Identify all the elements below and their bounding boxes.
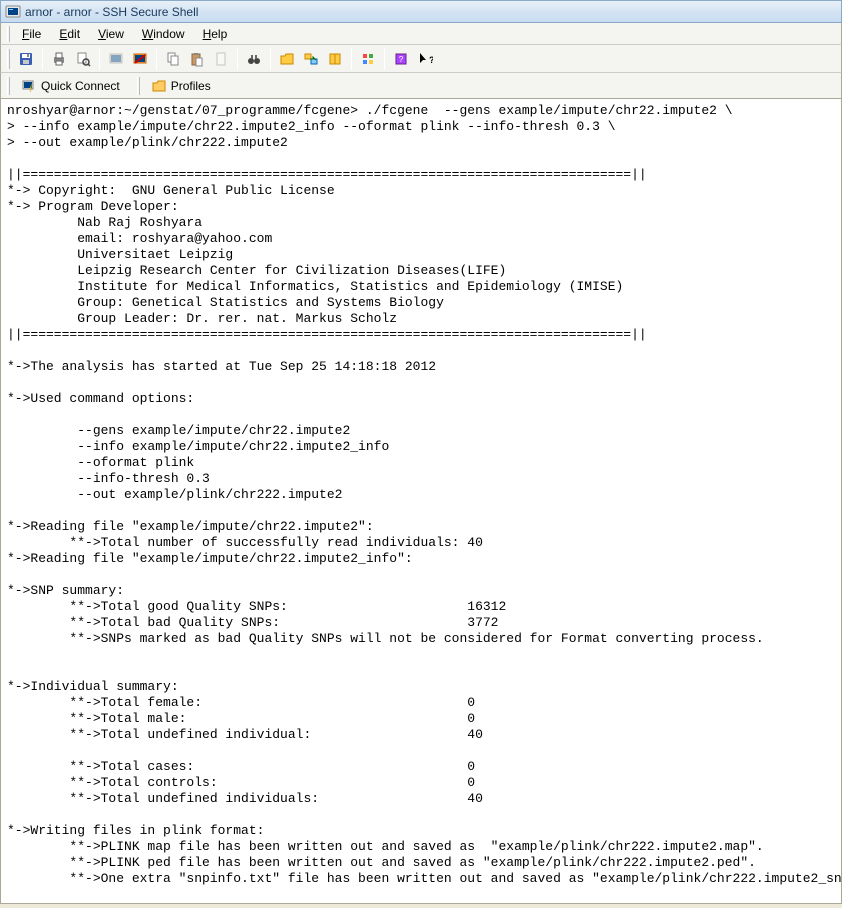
- toolbar-separator: [156, 48, 157, 70]
- toolbar-grip[interactable]: [7, 49, 10, 69]
- connect-toolbar: Quick Connect Profiles: [0, 73, 842, 99]
- transfer-button[interactable]: [299, 47, 323, 71]
- disconnect-button[interactable]: [128, 47, 152, 71]
- connectbar-grip-2[interactable]: [137, 77, 140, 95]
- toolbar-separator: [270, 48, 271, 70]
- help-button[interactable]: ?: [389, 47, 413, 71]
- new-file-transfer-button[interactable]: [275, 47, 299, 71]
- log-button[interactable]: [323, 47, 347, 71]
- context-help-button[interactable]: ?: [413, 47, 437, 71]
- settings-icon: [360, 51, 376, 67]
- profiles-button[interactable]: Profiles: [146, 75, 220, 97]
- menu-edit[interactable]: Edit: [51, 25, 88, 43]
- toolbar-separator: [384, 48, 385, 70]
- disconnect-icon: [132, 51, 148, 67]
- terminal-output[interactable]: nroshyar@arnor:~/genstat/07_programme/fc…: [0, 99, 842, 904]
- settings-button[interactable]: [356, 47, 380, 71]
- window-title: arnor - arnor - SSH Secure Shell: [25, 5, 198, 19]
- profiles-label: Profiles: [171, 79, 211, 93]
- menubar-grip[interactable]: [7, 26, 10, 42]
- menubar: File Edit View Window Help: [0, 23, 842, 45]
- menu-help[interactable]: Help: [195, 25, 236, 43]
- new-terminal-button: [104, 47, 128, 71]
- transfer-icon: [303, 51, 319, 67]
- folder-yellow-icon: [279, 51, 295, 67]
- select-all-button: [209, 47, 233, 71]
- toolbar-separator: [42, 48, 43, 70]
- binoculars-icon: [246, 51, 262, 67]
- print-preview-icon: [75, 51, 91, 67]
- toolbar-separator: [237, 48, 238, 70]
- menu-file[interactable]: File: [14, 25, 49, 43]
- quick-connect-label: Quick Connect: [41, 79, 120, 93]
- paste-icon: [189, 51, 205, 67]
- lightning-terminal-icon: [21, 78, 37, 94]
- help-book-icon: ?: [393, 51, 409, 67]
- svg-text:?: ?: [429, 55, 433, 65]
- window-titlebar: arnor - arnor - SSH Secure Shell: [0, 0, 842, 23]
- toolbar: ? ?: [0, 45, 842, 73]
- connectbar-grip[interactable]: [7, 77, 10, 95]
- toolbar-separator: [99, 48, 100, 70]
- paste-button[interactable]: [185, 47, 209, 71]
- copy-icon: [165, 51, 181, 67]
- print-preview-button[interactable]: [71, 47, 95, 71]
- quick-connect-button[interactable]: Quick Connect: [16, 75, 129, 97]
- menu-view[interactable]: View: [90, 25, 132, 43]
- menu-window[interactable]: Window: [134, 25, 193, 43]
- page-icon: [213, 51, 229, 67]
- terminal-icon: [108, 51, 124, 67]
- book-icon: [327, 51, 343, 67]
- print-icon: [51, 51, 67, 67]
- find-button[interactable]: [242, 47, 266, 71]
- toolbar-separator: [351, 48, 352, 70]
- save-icon: [18, 51, 34, 67]
- save-button[interactable]: [14, 47, 38, 71]
- svg-text:?: ?: [399, 55, 404, 64]
- app-icon: [5, 4, 21, 20]
- copy-button[interactable]: [161, 47, 185, 71]
- folder-icon: [151, 78, 167, 94]
- print-button[interactable]: [47, 47, 71, 71]
- cursor-help-icon: ?: [417, 51, 433, 67]
